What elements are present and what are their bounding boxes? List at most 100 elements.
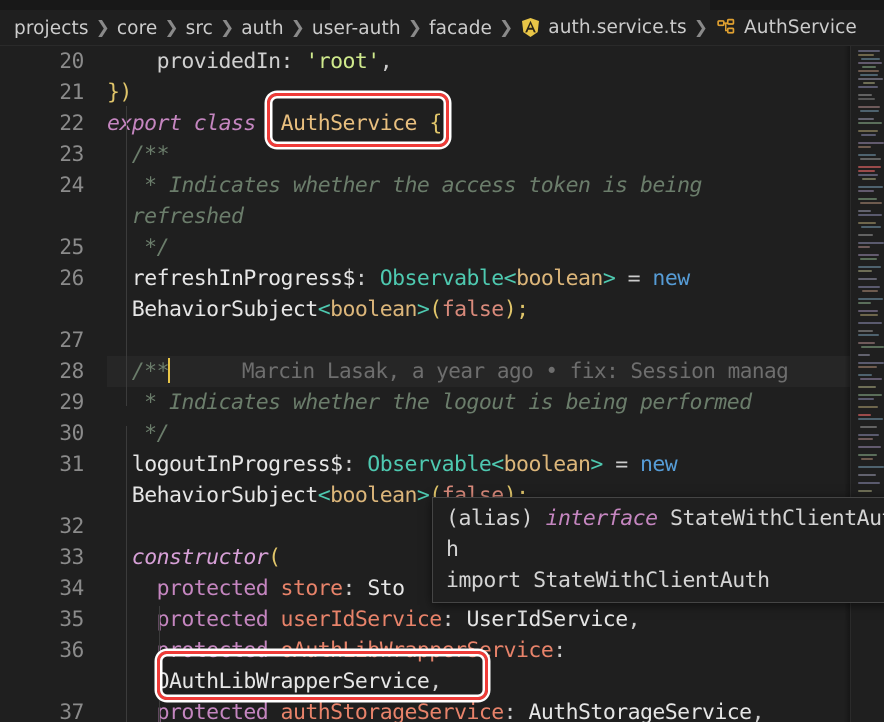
line-number: 27 [59, 328, 84, 352]
code-line[interactable]: */ [107, 232, 852, 263]
code-line[interactable]: protected oAuthLibWrapperService: [107, 635, 852, 666]
minimap-line [858, 342, 875, 344]
line-number: 28 [59, 359, 84, 383]
code-line[interactable]: refreshInProgress$: Observable<boolean> … [107, 263, 852, 294]
code-token: , [751, 700, 765, 722]
code-token: ( [268, 545, 281, 570]
minimap-line [858, 170, 875, 172]
line-number-gutter: 20 21 22 23 24 25 26 27 28 29 30 31 32 33 34 35 36 37 [0, 46, 107, 722]
code-token: store [280, 576, 344, 601]
minimap-line [863, 82, 875, 84]
code-line[interactable]: BehaviorSubject<boolean>(false); [107, 294, 852, 325]
minimap-line [858, 298, 883, 300]
code-line[interactable]: protected userIdService: UserIdService, [107, 604, 852, 635]
minimap-line [858, 434, 879, 436]
code-token: Sto [367, 576, 405, 601]
minimap-line [858, 146, 871, 148]
minimap-line [858, 122, 882, 124]
code-token: ( [429, 297, 442, 322]
minimap-line [858, 106, 880, 108]
breadcrumb-item-src[interactable]: src [186, 18, 213, 39]
minimap-line [862, 178, 876, 180]
minimap-line [858, 234, 873, 236]
minimap-line [858, 386, 876, 388]
code-token: false [441, 297, 505, 322]
minimap-line [862, 290, 878, 292]
minimap-line [858, 190, 874, 192]
line-number: 34 [59, 576, 84, 600]
breadcrumb-item-user-auth[interactable]: user-auth [312, 18, 401, 39]
breadcrumb-item-projects[interactable]: projects [14, 18, 89, 39]
code-token: userIdService [280, 607, 443, 632]
code-token: class [193, 111, 257, 136]
minimap-line [860, 110, 879, 112]
active-tab[interactable] [330, 0, 710, 10]
code-token: interface [545, 506, 659, 531]
code-content[interactable]: providedIn: 'root',}) export class AuthSe… [107, 46, 852, 722]
code-line[interactable]: /** [107, 139, 852, 170]
code-line[interactable]: */ [107, 418, 852, 449]
breadcrumb-item-facade[interactable]: facade [429, 18, 492, 39]
minimap-line [858, 362, 884, 364]
minimap-line [858, 278, 877, 280]
breadcrumb-separator-icon: ❯ [95, 18, 110, 38]
breadcrumb-item-core[interactable]: core [117, 18, 157, 39]
line-number: 25 [59, 235, 84, 259]
line-number: 22 [59, 111, 84, 135]
minimap-line [858, 222, 876, 224]
code-token: new [640, 452, 678, 477]
breadcrumb-item-auth-service-ts[interactable]: auth.service.ts [520, 17, 687, 39]
code-token: UserIdService [466, 607, 628, 632]
breadcrumb[interactable]: projects ❯ core ❯ src ❯ auth ❯ user-auth ❯ facade ❯… [0, 10, 884, 46]
minimap-line [858, 366, 877, 368]
code-token: authStorageService [280, 700, 505, 722]
code-line-active[interactable]: /** Marcin Lasak, a year ago • fix: Sess… [107, 356, 852, 387]
tooltip-line: (alias) interface StateWithClientAut [433, 503, 884, 534]
code-editor[interactable]: 20 21 22 23 24 25 26 27 28 29 30 31 32 33 34 35 36 37 pro… [0, 46, 884, 722]
breadcrumb-item-authservice[interactable]: AuthService [715, 17, 857, 39]
code-line[interactable]: * Indicates whether the logout is being … [107, 387, 852, 418]
code-token: providedIn [156, 49, 282, 74]
minimap-line [858, 418, 883, 420]
minimap-line [858, 270, 872, 272]
code-line[interactable]: refreshed [107, 201, 852, 232]
code-token: > [416, 483, 430, 508]
code-line[interactable]: protected authStorageService: AuthStorag… [107, 697, 852, 722]
minimap-line [858, 50, 880, 52]
code-token: */ [107, 421, 169, 446]
minimap-line [858, 214, 882, 216]
code-line[interactable] [107, 325, 852, 356]
minimap-line [858, 210, 871, 212]
minimap-line [858, 406, 878, 408]
breadcrumb-item-auth[interactable]: auth [241, 18, 283, 39]
code-line[interactable]: OAuthLibWrapperService, [107, 666, 852, 697]
code-token: protected [156, 576, 269, 601]
code-token: /** [107, 142, 170, 167]
line-number: 35 [59, 607, 84, 631]
code-token: * Indicates whether the access token is … [107, 173, 702, 198]
minimap-line [861, 134, 876, 136]
code-token: < [503, 266, 517, 291]
minimap-line [858, 198, 877, 200]
code-token: Observable [379, 266, 505, 291]
code-token: > [590, 452, 616, 477]
breadcrumb-item-label: user-auth [311, 17, 401, 39]
minimap-line [860, 158, 881, 160]
minimap[interactable] [850, 46, 884, 722]
code-line[interactable]: logoutInProgress$: Observable<boolean> =… [107, 449, 852, 480]
hover-tooltip: (alias) interface StateWithClientAut h imp… [432, 497, 884, 603]
code-token: oAuthLibWrapperService [280, 638, 554, 663]
code-line[interactable]: }) [107, 77, 852, 108]
code-token: : [553, 638, 566, 663]
code-line[interactable]: * Indicates whether the access token is … [107, 170, 852, 201]
minimap-line [860, 74, 878, 76]
code-line[interactable]: export class AuthService { [107, 108, 852, 139]
code-line[interactable]: providedIn: 'root', [107, 46, 852, 77]
line-number: 20 [59, 49, 84, 73]
